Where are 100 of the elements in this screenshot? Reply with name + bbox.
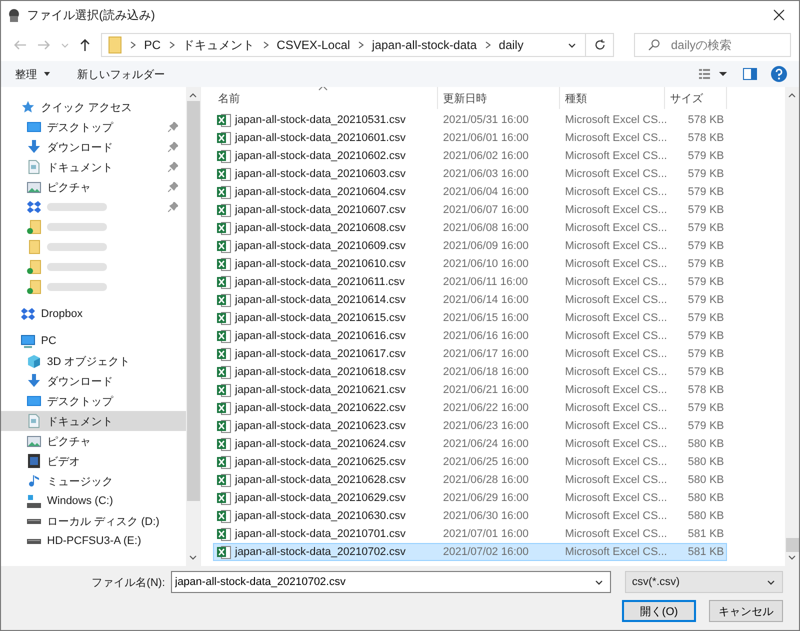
chevron-icon [130,41,136,49]
search-icon [648,39,660,51]
spreadsheet-icon [217,131,231,145]
date-cell-text: 2021/06/25 16:00 [442,456,530,468]
sidebar-item[interactable]: ビデオ [1,451,186,471]
date-cell-text: 2021/06/11 16:00 [442,276,529,288]
column-header[interactable]: 種類 [560,87,665,109]
file-row[interactable]: japan-all-stock-data_20210607.csv 2021/06/07 16:00 Microsoft Excel CS... 579 KB [213,201,727,219]
up-arrow-icon[interactable] [79,38,91,52]
type-cell-text: Microsoft Excel CS... [564,276,666,288]
type-cell-text: Microsoft Excel CS... [564,510,666,522]
view-options-icon[interactable] [699,68,729,80]
sidebar-item[interactable]: ピクチャ [1,431,186,451]
spreadsheet-icon [217,203,231,217]
file-name: japan-all-stock-data_20210628.csv [235,474,406,486]
spreadsheet-icon [217,347,231,361]
file-row[interactable]: japan-all-stock-data_20210601.csv 2021/06/01 16:00 Microsoft Excel CS... 578 KB [213,129,727,147]
sidebar-item[interactable]: ダウンロード [1,371,186,391]
scrollbar-thumb[interactable] [786,538,798,552]
dropdown-caret-icon[interactable] [568,41,577,49]
scrollbar-thumb[interactable] [186,101,200,501]
type-cell-text: Microsoft Excel CS... [564,384,666,396]
file-row[interactable]: japan-all-stock-data_20210702.csv 2021/07/02 16:00 Microsoft Excel CS... 581 KB [213,543,727,561]
size-cell-text: 581 KB [686,528,725,540]
sidebar-item[interactable]: ダウンロード [1,137,186,157]
organize-button[interactable]: 整理 [9,64,57,84]
type-cell-text: Microsoft Excel CS... [564,546,666,558]
file-row[interactable]: japan-all-stock-data_20210622.csv 2021/06/22 16:00 Microsoft Excel CS... 579 KB [213,399,727,417]
file-row[interactable]: japan-all-stock-data_20210629.csv 2021/06/29 16:00 Microsoft Excel CS... 580 KB [213,489,727,507]
file-row[interactable]: japan-all-stock-data_20210630.csv 2021/06/30 16:00 Microsoft Excel CS... 580 KB [213,507,727,525]
column-header[interactable]: サイズ [665,87,727,109]
spreadsheet-icon [217,383,231,397]
file-row[interactable]: japan-all-stock-data_20210603.csv 2021/06/03 16:00 Microsoft Excel CS... 579 KB [213,165,727,183]
file-row[interactable]: japan-all-stock-data_20210628.csv 2021/06/28 16:00 Microsoft Excel CS... 580 KB [213,471,727,489]
sidebar-item[interactable]: ミュージック [1,471,186,491]
column-header[interactable]: 更新日時 [438,87,560,109]
new-folder-button[interactable]: 新しいフォルダー [71,64,171,84]
cancel-button[interactable]: キャンセル [709,600,783,622]
sidebar-item[interactable]: Dropbox [1,304,186,324]
dropdown-caret-icon[interactable] [595,578,604,586]
open-button[interactable]: 開く(O) [622,600,696,622]
file-row[interactable]: japan-all-stock-data_20210623.csv 2021/06/23 16:00 Microsoft Excel CS... 579 KB [213,417,727,435]
sidebar-item[interactable]: 3D オブジェクト [1,351,186,371]
scroll-down-icon[interactable] [189,555,197,561]
file-row[interactable]: japan-all-stock-data_20210701.csv 2021/07/01 16:00 Microsoft Excel CS... 581 KB [213,525,727,543]
close-icon[interactable] [773,9,785,21]
file-row[interactable]: japan-all-stock-data_20210621.csv 2021/06/21 16:00 Microsoft Excel CS... 578 KB [213,381,727,399]
filename-field[interactable]: japan-all-stock-data_20210702.csv [171,571,611,593]
breadcrumb[interactable]: daily [498,38,524,52]
sidebar-item[interactable]: クイック アクセス [1,97,186,117]
type-cell-text: Microsoft Excel CS... [564,168,666,180]
file-row[interactable]: japan-all-stock-data_20210618.csv 2021/06/18 16:00 Microsoft Excel CS... 579 KB [213,363,727,381]
scroll-up-icon[interactable] [189,92,197,98]
file-name: japan-all-stock-data_20210602.csv [235,150,406,162]
file-name: japan-all-stock-data_20210608.csv [235,222,406,234]
file-row[interactable]: japan-all-stock-data_20210608.csv 2021/06/08 16:00 Microsoft Excel CS... 579 KB [213,219,727,237]
sidebar-item[interactable]: ピクチャ [1,177,186,197]
sidebar-item[interactable]: Windows (C:) [1,491,186,511]
breadcrumb[interactable]: japan-all-stock-data [372,38,477,52]
size-cell-text: 578 KB [686,384,725,396]
file-row[interactable]: japan-all-stock-data_20210604.csv 2021/06/04 16:00 Microsoft Excel CS... 579 KB [213,183,727,201]
search-field[interactable]: dailyの検索 [634,33,791,57]
file-name: japan-all-stock-data_20210625.csv [235,456,406,468]
help-icon[interactable] [771,66,787,82]
scroll-down-icon[interactable] [788,555,796,561]
column-header[interactable]: 名前 [213,87,438,109]
file-row[interactable]: japan-all-stock-data_20210531.csv 2021/05/31 16:00 Microsoft Excel CS... 578 KB [213,111,727,129]
sidebar-item[interactable]: PC [1,331,186,351]
file-row[interactable]: japan-all-stock-data_20210611.csv 2021/06/11 16:00 Microsoft Excel CS... 579 KB [213,273,727,291]
file-row[interactable]: japan-all-stock-data_20210617.csv 2021/06/17 16:00 Microsoft Excel CS... 579 KB [213,345,727,363]
preview-pane-icon[interactable] [743,68,757,80]
sidebar-item[interactable]: ドキュメント [1,411,186,431]
file-row[interactable]: japan-all-stock-data_20210625.csv 2021/06/25 16:00 Microsoft Excel CS... 580 KB [213,453,727,471]
sidebar-item[interactable]: ローカル ディスク (D:) [1,511,186,531]
address-bar[interactable]: PC ドキュメント CSVEX-Local japan-all-stock-data daily [101,33,586,57]
file-row[interactable]: japan-all-stock-data_20210616.csv 2021/06/16 16:00 Microsoft Excel CS... 579 KB [213,327,727,345]
type-cell-text: Microsoft Excel CS... [564,402,666,414]
file-name: japan-all-stock-data_20210614.csv [235,294,406,306]
breadcrumb[interactable]: ドキュメント [182,36,255,54]
sidebar-item[interactable]: デスクトップ [1,391,186,411]
date-cell-text: 2021/06/29 16:00 [442,492,530,504]
breadcrumb[interactable]: CSVEX-Local [276,38,350,52]
size-cell-text: 579 KB [686,150,725,162]
date-cell-text: 2021/06/07 16:00 [442,204,530,216]
sidebar-item[interactable]: デスクトップ [1,117,186,137]
breadcrumb[interactable]: PC [144,38,161,52]
type-cell-text: Microsoft Excel CS... [564,204,666,216]
file-row[interactable]: japan-all-stock-data_20210609.csv 2021/06/09 16:00 Microsoft Excel CS... 579 KB [213,237,727,255]
size-cell-text: 579 KB [686,330,725,342]
file-type-dropdown[interactable]: csv(*.csv) [625,571,783,593]
refresh-button[interactable] [586,33,614,57]
file-row[interactable]: japan-all-stock-data_20210602.csv 2021/06/02 16:00 Microsoft Excel CS... 579 KB [213,147,727,165]
scroll-up-icon[interactable] [788,92,796,98]
sidebar-item[interactable]: HD-PCFSU3-A (E:) [1,531,186,551]
file-row[interactable]: japan-all-stock-data_20210615.csv 2021/06/15 16:00 Microsoft Excel CS... 579 KB [213,309,727,327]
file-row[interactable]: japan-all-stock-data_20210624.csv 2021/06/24 16:00 Microsoft Excel CS... 580 KB [213,435,727,453]
file-row[interactable]: japan-all-stock-data_20210610.csv 2021/06/10 16:00 Microsoft Excel CS... 579 KB [213,255,727,273]
file-row[interactable]: japan-all-stock-data_20210614.csv 2021/06/14 16:00 Microsoft Excel CS... 579 KB [213,291,727,309]
document-icon [28,414,40,428]
sidebar-item[interactable]: ドキュメント [1,157,186,177]
